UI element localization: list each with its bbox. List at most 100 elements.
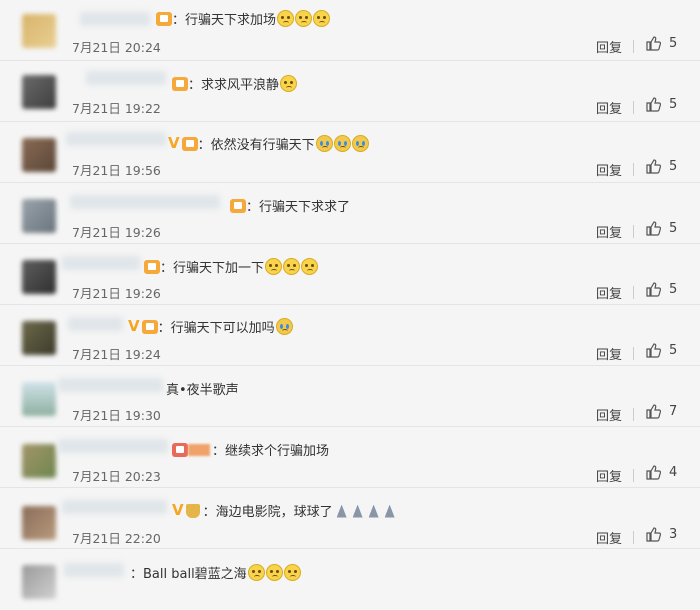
- crying-emoji-icon: [351, 135, 369, 152]
- thumbs-up-icon: [646, 36, 661, 51]
- comment-time: 7月21日 20:23: [72, 469, 161, 484]
- avatar[interactable]: [22, 321, 56, 355]
- reply-button[interactable]: 回复: [596, 466, 622, 485]
- like-button[interactable]: 5: [646, 159, 677, 174]
- avatar[interactable]: [22, 138, 56, 172]
- avatar[interactable]: [22, 565, 56, 599]
- smile-emoji-icon: [265, 258, 283, 275]
- reply-button[interactable]: 回复: [596, 37, 622, 56]
- like-count: 5: [669, 282, 678, 297]
- vip-icon: [172, 76, 188, 91]
- divider: [633, 531, 634, 544]
- smile-emoji-icon: [313, 10, 331, 27]
- avatar[interactable]: [22, 444, 56, 478]
- comment-text: 真•夜半歌声: [166, 383, 239, 398]
- like-button[interactable]: 5: [646, 36, 677, 51]
- comment-text: ：行骗天下求加场: [172, 13, 277, 28]
- divider: [633, 40, 634, 53]
- reply-button[interactable]: 回复: [596, 283, 622, 302]
- avatar[interactable]: [22, 75, 56, 109]
- comment-item: ：求求风平浪静 7月21日 19:22 回复 5: [0, 61, 700, 122]
- thumbs-up-icon: [646, 404, 661, 419]
- reply-button[interactable]: 回复: [596, 222, 622, 241]
- comment-text: ：海边电影院，球球了: [202, 505, 333, 520]
- crying-emoji-icon: [333, 135, 351, 152]
- smile-emoji-icon: [283, 564, 301, 581]
- trophy-icon: [185, 503, 200, 518]
- comment-content: ：行骗天下求求了: [230, 196, 350, 215]
- comment-time: 7月21日 20:24: [72, 40, 161, 55]
- v-verified-icon: V: [168, 134, 180, 152]
- comment-content: ：行骗天下求加场: [156, 9, 331, 28]
- like-button[interactable]: 4: [646, 465, 677, 480]
- username[interactable]: [64, 563, 124, 577]
- comment-list: ：行骗天下求加场 7月21日 20:24 回复 5 ：求求风平浪静 7月21日 …: [0, 0, 700, 599]
- divider: [633, 469, 634, 482]
- pray-emoji-icon: [383, 504, 397, 518]
- thumbs-up-icon: [646, 465, 661, 480]
- avatar[interactable]: [22, 260, 56, 294]
- comment-item: V ：海边电影院，球球了 7月21日 22:20 回复 3: [0, 488, 700, 549]
- like-button[interactable]: 5: [646, 282, 677, 297]
- comment-content: ：继续求个行骗加场: [172, 440, 329, 459]
- vip-icon: [156, 11, 172, 26]
- like-count: 7: [669, 404, 678, 419]
- like-count: 5: [669, 97, 678, 112]
- thumbs-up-icon: [646, 527, 661, 542]
- divider: [633, 286, 634, 299]
- comment-time: 7月21日 19:22: [72, 101, 161, 116]
- like-button[interactable]: 5: [646, 343, 677, 358]
- divider: [633, 225, 634, 238]
- like-button[interactable]: 5: [646, 221, 677, 236]
- comment-time: 7月21日 19:26: [72, 225, 161, 240]
- avatar[interactable]: [22, 382, 56, 416]
- comment-item: ：行骗天下求加场 7月21日 20:24 回复 5: [0, 0, 700, 61]
- smile-emoji-icon: [295, 10, 313, 27]
- reply-button[interactable]: 回复: [596, 528, 622, 547]
- username[interactable]: [86, 71, 166, 85]
- like-button[interactable]: 3: [646, 527, 677, 542]
- username[interactable]: [70, 195, 220, 209]
- username[interactable]: [80, 12, 150, 26]
- vip-icon: [181, 136, 198, 151]
- vip-icon: [141, 319, 158, 334]
- avatar[interactable]: [22, 199, 56, 233]
- username[interactable]: [66, 132, 166, 146]
- username[interactable]: [62, 256, 140, 270]
- comment-content: V ：行骗天下可以加吗: [128, 317, 293, 336]
- comment-time: 7月21日 19:56: [72, 163, 161, 178]
- comment-text: ：行骗天下可以加吗: [157, 321, 275, 336]
- comment-text: ：行骗天下求求了: [246, 200, 351, 215]
- avatar[interactable]: [22, 506, 56, 540]
- comment-item: ：继续求个行骗加场 7月21日 20:23 回复 4: [0, 427, 700, 488]
- vip-icon: [144, 259, 160, 274]
- username[interactable]: [68, 317, 123, 331]
- thumbs-up-icon: [646, 159, 661, 174]
- username[interactable]: [62, 500, 167, 514]
- comment-content: ：Ball ball碧蓝之海: [130, 563, 301, 582]
- thumbs-up-icon: [646, 97, 661, 112]
- smile-emoji-icon: [280, 75, 298, 92]
- smile-emoji-icon: [247, 564, 265, 581]
- comment-time: 7月21日 19:24: [72, 347, 161, 362]
- v-verified-icon: V: [128, 317, 140, 335]
- avatar[interactable]: [22, 14, 56, 48]
- comment-content: ：求求风平浪静: [172, 74, 298, 93]
- reply-button[interactable]: 回复: [596, 405, 622, 424]
- username[interactable]: [58, 378, 163, 392]
- comment-item: V ：依然没有行骗天下 7月21日 19:56 回复 5: [0, 122, 700, 183]
- like-count: 5: [669, 159, 678, 174]
- reply-button[interactable]: 回复: [596, 160, 622, 179]
- like-count: 3: [669, 527, 678, 542]
- comment-text: ：行骗天下加一下: [160, 261, 265, 276]
- like-button[interactable]: 5: [646, 97, 677, 112]
- divider: [633, 408, 634, 421]
- reply-button[interactable]: 回复: [596, 344, 622, 363]
- username[interactable]: [58, 439, 168, 453]
- comment-text: ：继续求个行骗加场: [212, 444, 330, 459]
- like-button[interactable]: 7: [646, 404, 677, 419]
- divider: [633, 101, 634, 114]
- reply-button[interactable]: 回复: [596, 98, 622, 117]
- comment-time: 7月21日 19:26: [72, 286, 161, 301]
- comment-item: ：行骗天下求求了 7月21日 19:26 回复 5: [0, 183, 700, 244]
